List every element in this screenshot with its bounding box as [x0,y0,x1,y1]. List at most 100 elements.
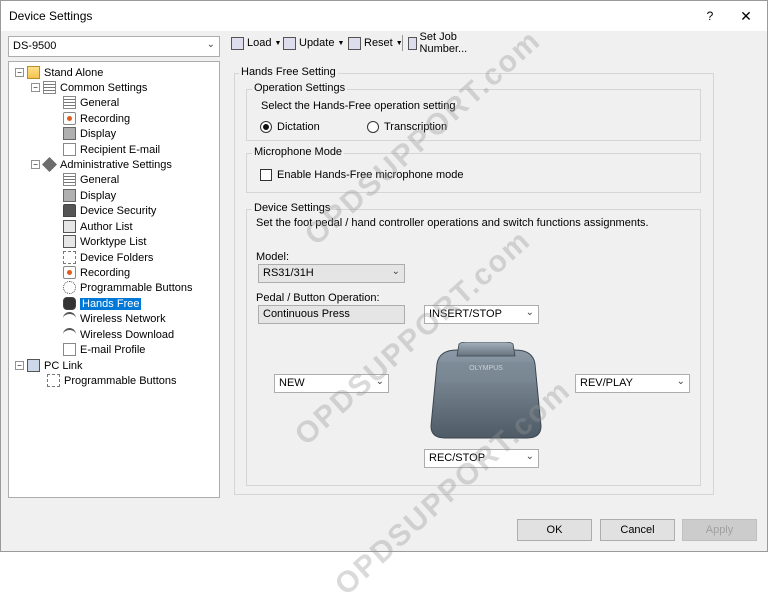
tree-label: Recipient E-mail [80,143,161,156]
tree-item-hands-free[interactable]: Hands Free [63,296,142,311]
reset-icon [348,36,361,50]
buttons-icon [47,374,60,387]
apply-button[interactable]: Apply [682,519,757,541]
top-function-select[interactable]: INSERT/STOP ⌄ [424,305,539,324]
right-function-select[interactable]: REV/PLAY ⌄ [575,374,690,393]
tree-label: Programmable Buttons [80,281,193,294]
settings-list-icon [43,81,56,94]
tree-label: Worktype List [80,235,147,248]
tree-label: Device Security [80,204,157,217]
tree-item-device-security[interactable]: Device Security [63,203,156,218]
tree-label: PC Link [44,359,83,372]
tree-item-administrative-settings[interactable]: − Administrative Settings [31,157,172,172]
record-icon [63,266,76,279]
foot-pedal-icon [63,297,76,310]
title-bar: Device Settings ? ✕ [1,1,767,31]
tree-label: Display [80,189,117,202]
tree-item-general[interactable]: General [63,95,119,110]
collapse-icon: − [15,68,24,77]
pedal-operation-select[interactable]: Continuous Press [258,305,405,324]
tree-label: Recording [80,112,131,125]
tree-item-admin-display[interactable]: Display [63,188,116,203]
tree-item-admin-general[interactable]: General [63,172,119,187]
transcription-radio[interactable] [367,121,379,133]
update-icon [283,36,296,50]
tree-item-worktype-list[interactable]: Worktype List [63,234,146,249]
tree-label: Administrative Settings [60,158,172,171]
display-icon [63,127,76,140]
author-list-icon [63,220,76,233]
settings-tree: − Stand Alone − Common Settings General … [8,61,220,498]
device-settings-title: Device Settings [252,202,333,214]
tree-label: Display [80,127,117,140]
tree-item-pc-link[interactable]: − PC Link [15,358,83,373]
toolbar-separator [402,35,403,51]
pedal-operation-label: Pedal / Button Operation: [256,292,380,304]
select-operation-label: Select the Hands-Free operation setting [261,100,456,112]
dropdown-arrow-icon: ▼ [274,39,282,47]
device-settings-description: Set the foot pedal / hand controller ope… [256,217,649,229]
device-icon [27,66,40,79]
tree-item-author-list[interactable]: Author List [63,219,133,234]
model-select[interactable]: RS31/31H ⌄ [258,264,405,283]
tree-item-email-profile[interactable]: E-mail Profile [63,342,145,357]
display-icon [63,189,76,202]
dictation-label[interactable]: Dictation [277,121,320,133]
tree-item-device-folders[interactable]: Device Folders [63,250,153,265]
operation-settings-group [246,89,701,141]
tree-label: Wireless Network [80,312,166,325]
buttons-icon [63,281,76,294]
dropdown-arrow-icon: ▼ [337,39,345,47]
tree-item-programmable-buttons[interactable]: Programmable Buttons [63,280,193,295]
ok-button[interactable]: OK [517,519,592,541]
tree-item-wireless-network[interactable]: Wireless Network [63,311,166,326]
collapse-icon: − [15,361,24,370]
tree-item-recipient-email[interactable]: Recipient E-mail [63,142,160,157]
tree-label: E-mail Profile [80,343,146,356]
hands-free-setting-title: Hands Free Setting [239,66,338,78]
tree-item-wireless-download[interactable]: Wireless Download [63,327,174,342]
load-icon [231,36,244,50]
set-job-number-button[interactable]: Set Job Number... [408,31,472,55]
right-function-value: REV/PLAY [580,377,633,389]
tree-item-pc-programmable-buttons[interactable]: Programmable Buttons [47,373,177,388]
dictation-radio[interactable] [260,121,272,133]
device-select[interactable]: DS-9500 ⌄ [8,36,220,57]
load-button[interactable]: Load ▼ [231,33,281,53]
cancel-button[interactable]: Cancel [600,519,675,541]
bottom-function-select[interactable]: REC/STOP ⌄ [424,449,539,468]
tree-label: Wireless Download [80,328,175,341]
left-function-select[interactable]: NEW ⌄ [274,374,389,393]
mail-icon [63,143,76,156]
tree-item-admin-recording[interactable]: Recording [63,265,130,280]
window-title: Device Settings [9,9,93,23]
wireless-download-icon [63,328,76,341]
tree-item-recording[interactable]: Recording [63,111,130,126]
transcription-label[interactable]: Transcription [384,121,447,133]
tree-label: Common Settings [60,81,148,94]
device-select-value: DS-9500 [13,40,57,52]
chevron-down-icon: ⌄ [525,451,534,462]
tree-item-common-settings[interactable]: − Common Settings [31,80,147,95]
reset-button[interactable]: Reset ▼ [348,33,403,53]
tree-label: Recording [80,266,131,279]
chevron-down-icon: ⌄ [525,307,534,318]
update-button[interactable]: Update ▼ [283,33,344,53]
pedal-operation-value: Continuous Press [263,308,350,320]
tree-label: General [80,96,120,109]
list-icon [63,96,76,109]
folder-icon [63,251,76,264]
help-button[interactable]: ? [697,5,723,27]
enable-mic-checkbox[interactable] [260,169,272,181]
close-button[interactable]: ✕ [731,5,761,27]
collapse-icon: − [31,83,40,92]
chevron-down-icon: ⌄ [375,376,384,387]
tree-label: Programmable Buttons [64,374,177,387]
tree-label: Device Folders [80,251,154,264]
model-value: RS31/31H [263,267,314,279]
lock-icon [63,204,76,217]
tree-item-display[interactable]: Display [63,126,116,141]
enable-mic-label[interactable]: Enable Hands-Free microphone mode [277,169,464,181]
record-icon [63,112,76,125]
tree-item-stand-alone[interactable]: − Stand Alone [15,65,103,80]
